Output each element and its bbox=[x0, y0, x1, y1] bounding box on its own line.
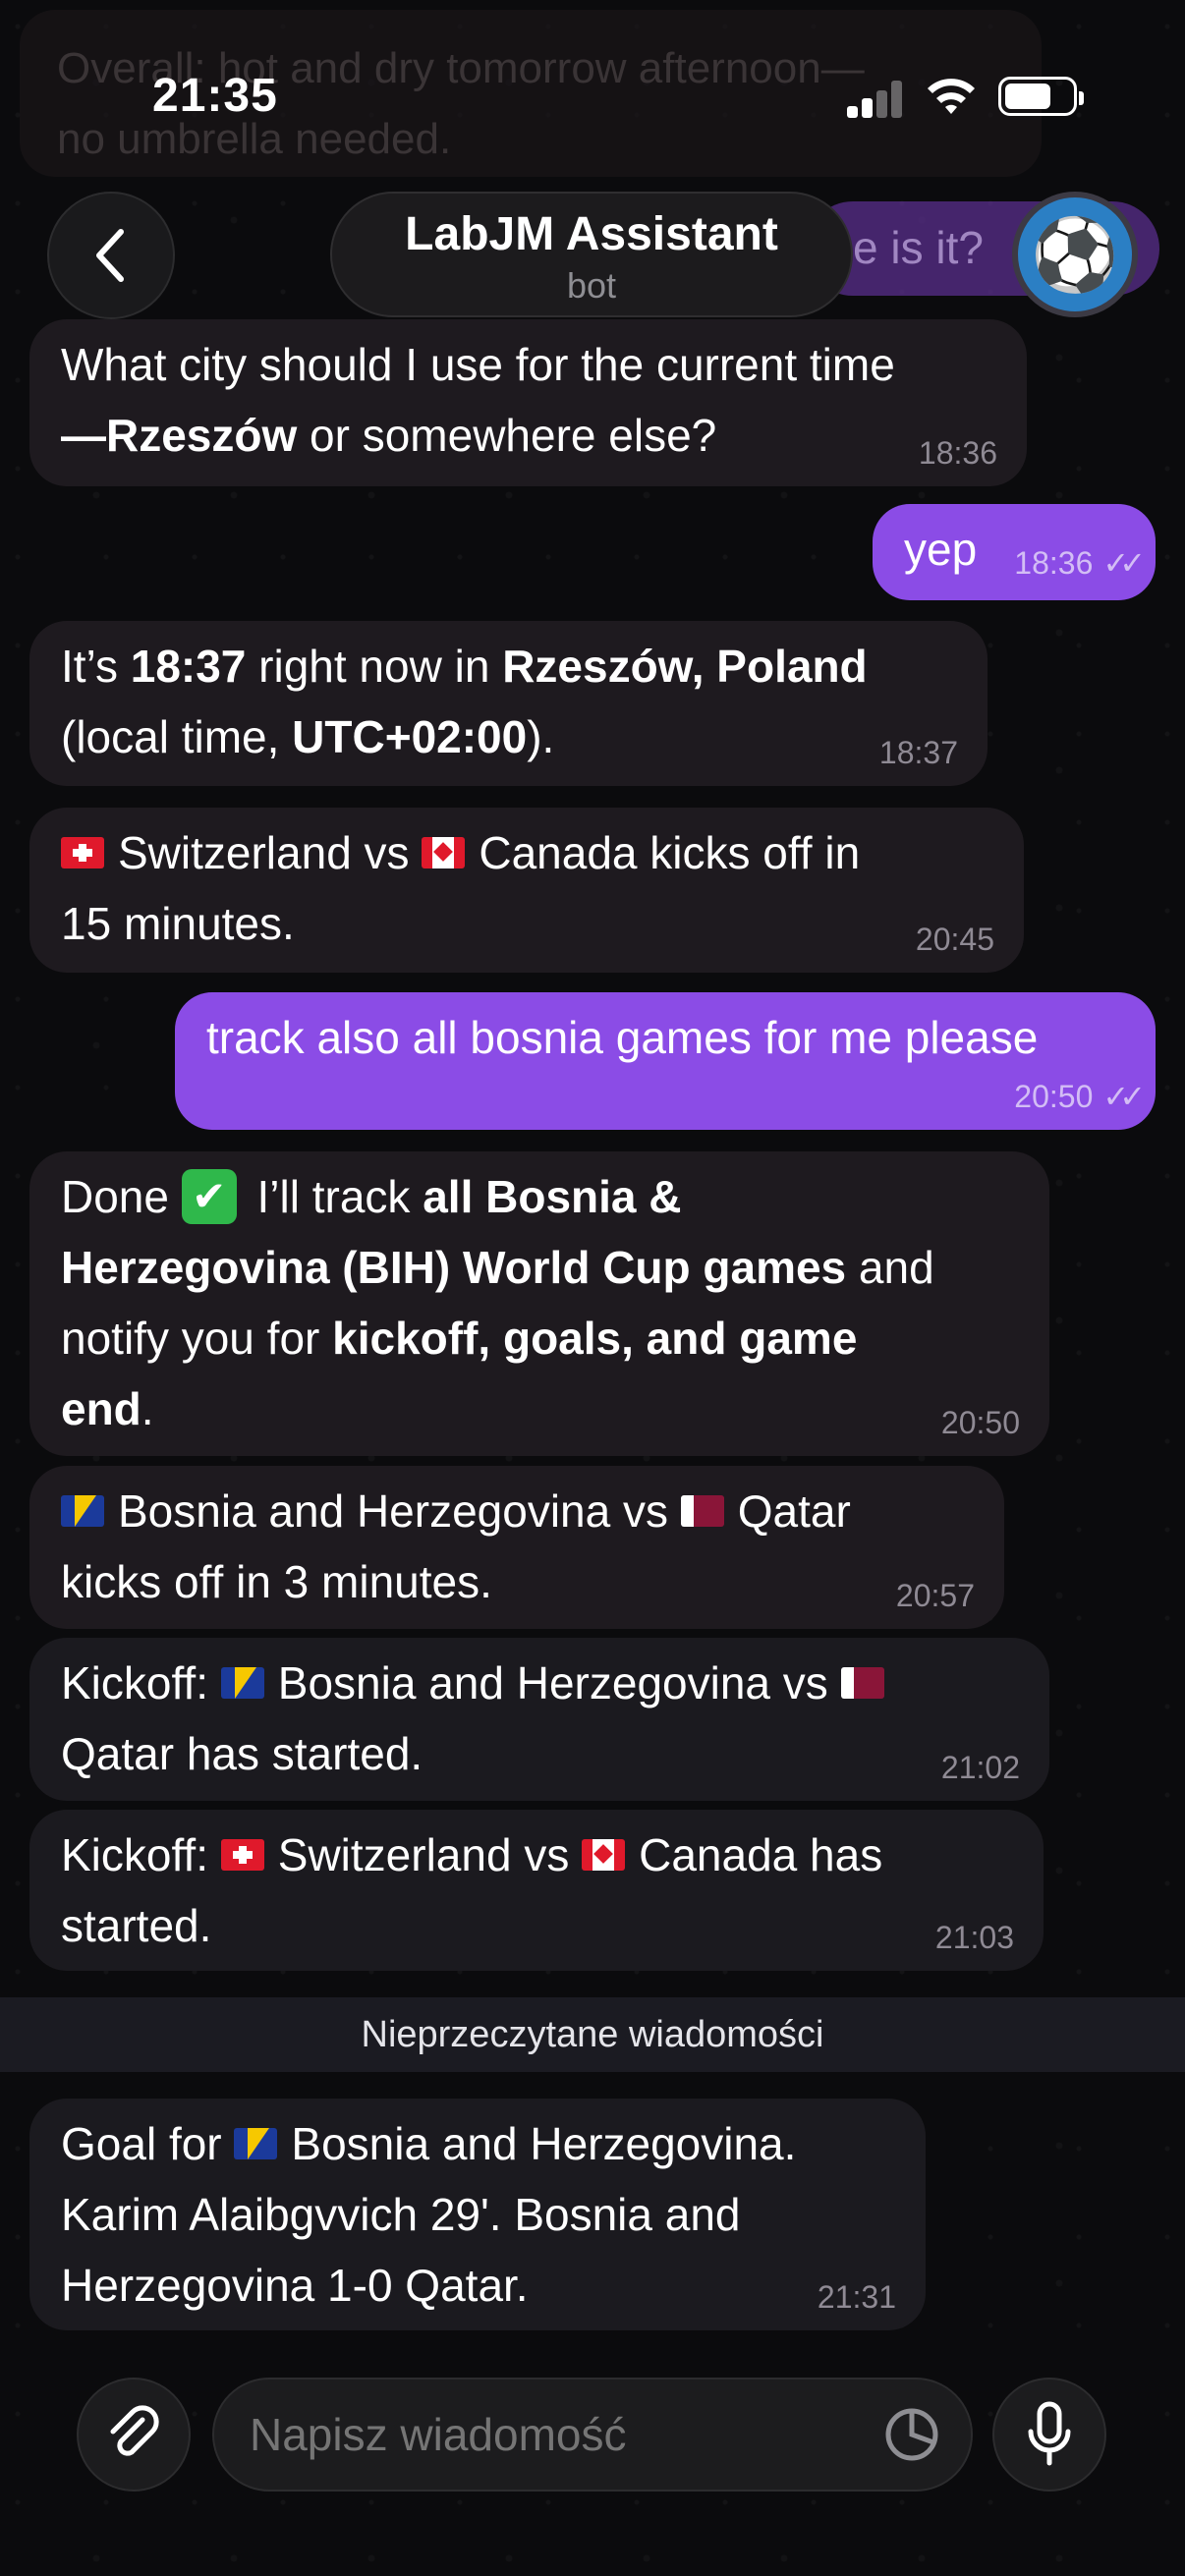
battery-icon bbox=[998, 77, 1084, 116]
message-text: Goal for Bosnia and Herzegovina. Karim A… bbox=[61, 2118, 797, 2311]
message-incoming[interactable]: Bosnia and Herzegovina vs Qatar kicks of… bbox=[29, 1466, 1004, 1629]
message-incoming[interactable]: Done ✔ I’ll track all Bosnia & Herzegovi… bbox=[29, 1151, 1049, 1456]
microphone-button[interactable] bbox=[992, 2378, 1106, 2492]
switzerland-flag-icon bbox=[220, 1838, 264, 1871]
message-input[interactable] bbox=[212, 2378, 973, 2492]
message-time: 18:36 ✓✓ bbox=[1014, 545, 1146, 581]
message-incoming[interactable]: Kickoff: Switzerland vs Canada has start… bbox=[29, 1810, 1044, 1971]
microphone-icon bbox=[1028, 2401, 1071, 2466]
bosnia-flag-icon bbox=[61, 1494, 104, 1527]
message-outgoing[interactable]: track also all bosnia games for me pleas… bbox=[175, 992, 1156, 1130]
message-text: Kickoff: Switzerland vs Canada has start… bbox=[61, 1829, 883, 1951]
attach-button[interactable] bbox=[77, 2378, 191, 2492]
message-time: 20:50 ✓✓ bbox=[1014, 1079, 1146, 1114]
message-text: Done ✔ I’ll track all Bosnia & Herzegovi… bbox=[61, 1161, 1020, 1444]
chat-name: LabJM Assistant bbox=[405, 208, 778, 260]
message-time: 21:02 bbox=[940, 1750, 1020, 1785]
status-bar: 21:35 bbox=[0, 0, 1185, 167]
read-ticks-icon: ✓✓ bbox=[1102, 1079, 1146, 1114]
message-time: 20:50 bbox=[940, 1405, 1020, 1440]
back-button[interactable] bbox=[47, 192, 175, 319]
qatar-flag-icon bbox=[680, 1494, 724, 1527]
read-ticks-icon: ✓✓ bbox=[1102, 545, 1146, 581]
message-time: 18:36 bbox=[918, 435, 997, 471]
paperclip-icon bbox=[110, 2405, 159, 2456]
bosnia-flag-icon bbox=[220, 1666, 264, 1699]
soccer-ball-icon: ⚽ bbox=[1031, 215, 1119, 295]
unread-messages-divider: Nieprzeczytane wiadomości bbox=[0, 1997, 1185, 2072]
message-time: 20:57 bbox=[895, 1578, 975, 1613]
message-incoming[interactable]: Kickoff: Bosnia and Herzegovina vs Qatar… bbox=[29, 1638, 1049, 1801]
message-text: What city should I use for the current t… bbox=[61, 339, 895, 461]
qatar-flag-icon bbox=[840, 1666, 884, 1699]
canada-flag-icon bbox=[422, 836, 466, 868]
wifi-icon bbox=[928, 79, 975, 114]
sticker-icon[interactable] bbox=[882, 2405, 941, 2464]
message-time: 21:03 bbox=[934, 1920, 1014, 1955]
message-time: 18:37 bbox=[878, 735, 958, 770]
message-text: Bosnia and Herzegovina vs Qatar kicks of… bbox=[61, 1485, 851, 1607]
message-incoming[interactable]: Goal for Bosnia and Herzegovina. Karim A… bbox=[29, 2099, 926, 2330]
bosnia-flag-icon bbox=[234, 2127, 278, 2159]
chevron-left-icon bbox=[96, 229, 124, 282]
message-incoming[interactable]: It’s 18:37 right now in Rzeszów, Poland … bbox=[29, 621, 988, 786]
message-time: 20:45 bbox=[915, 922, 994, 957]
message-incoming[interactable]: Switzerland vs Canada kicks off in 15 mi… bbox=[29, 808, 1024, 973]
message-outgoing[interactable]: yep 18:36 ✓✓ bbox=[873, 504, 1156, 600]
bot-avatar[interactable]: ⚽ bbox=[1012, 192, 1138, 317]
message-text: Kickoff: Bosnia and Herzegovina vs Qatar… bbox=[61, 1648, 1020, 1789]
status-time: 21:35 bbox=[152, 70, 278, 122]
message-text: track also all bosnia games for me pleas… bbox=[206, 1012, 1039, 1063]
check-mark-icon: ✔ bbox=[181, 1168, 237, 1224]
chat-title[interactable]: LabJM Assistant bot bbox=[330, 192, 853, 317]
message-time: 21:31 bbox=[817, 2279, 896, 2315]
cellular-signal-icon bbox=[847, 81, 904, 118]
message-text: It’s 18:37 right now in Rzeszów, Poland … bbox=[61, 641, 868, 762]
faded-outgoing-message-text: e is it? bbox=[853, 222, 984, 273]
switzerland-flag-icon bbox=[61, 836, 104, 868]
message-incoming[interactable]: What city should I use for the current t… bbox=[29, 319, 1027, 486]
canada-flag-icon bbox=[582, 1838, 626, 1871]
message-text: Switzerland vs Canada kicks off in 15 mi… bbox=[61, 827, 861, 949]
chat-subtitle: bot bbox=[566, 265, 617, 306]
message-text: yep bbox=[904, 524, 978, 575]
